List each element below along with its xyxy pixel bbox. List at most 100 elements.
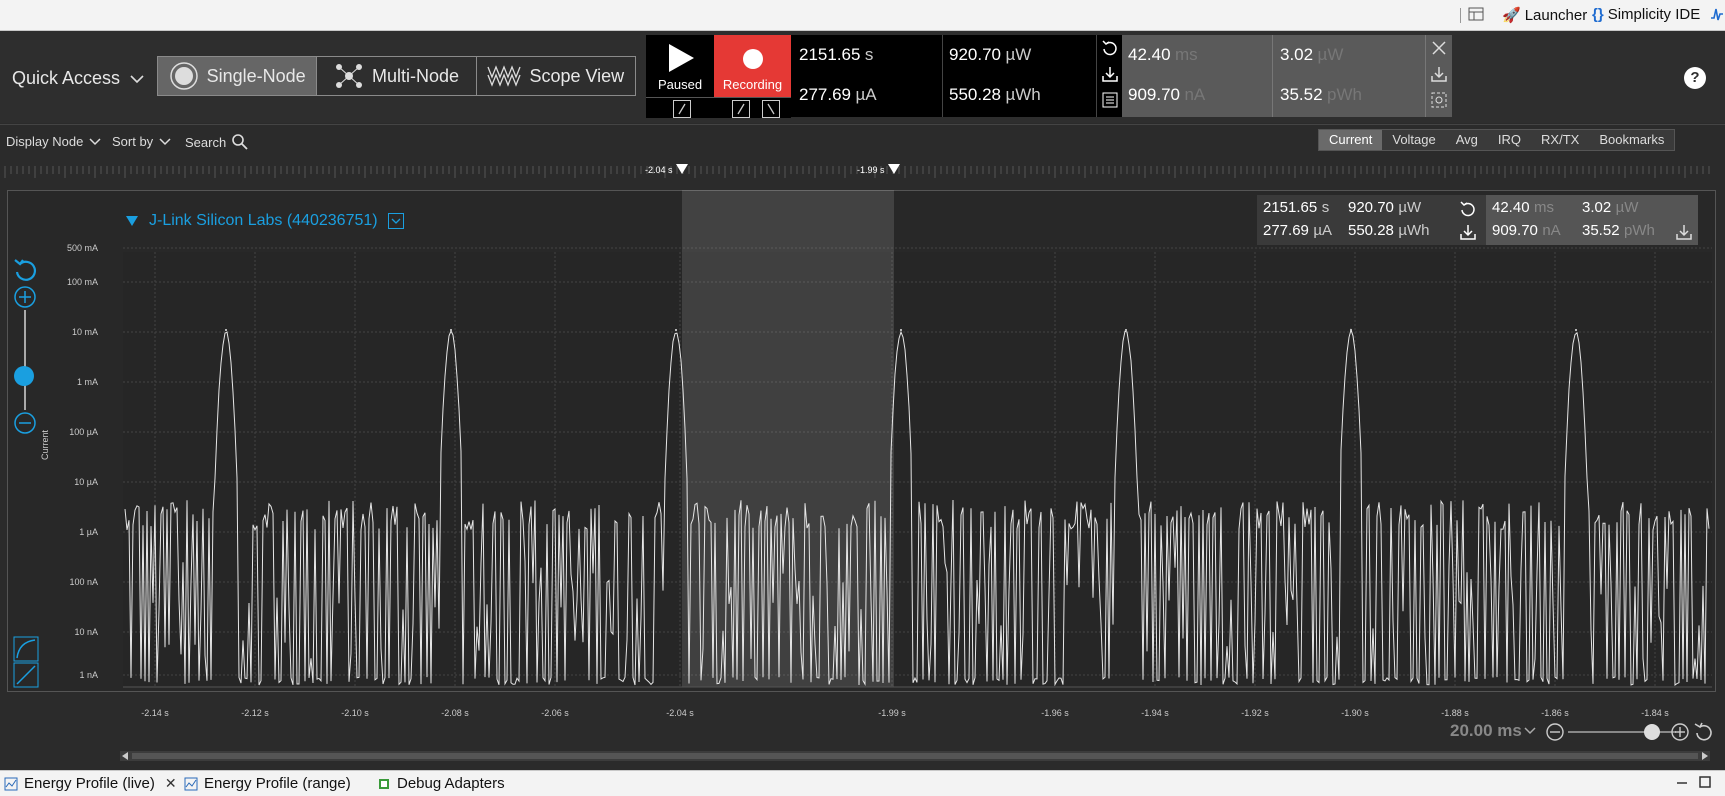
single-node-button[interactable]: Single-Node [158,57,318,95]
energy-profiler-perspective-icon[interactable] [1710,6,1724,22]
minimize-icon[interactable] [1675,777,1689,789]
x-tick-label: -1.90 s [1341,708,1369,718]
display-node-dropdown[interactable]: Display Node [6,134,101,149]
multi-node-label: Multi-Node [371,65,459,86]
right-marker-label: -1.99 s [857,165,885,175]
debug-adapter-icon [379,778,389,789]
y-tick-label: 100 mA [67,277,98,287]
tab-bookmarks[interactable]: Bookmarks [1589,130,1674,150]
tab-label: Energy Profile (live) [24,775,155,792]
measurement-tabs: Current Voltage Avg IRQ RX/TX Bookmarks [1318,129,1676,151]
x-tick-label: -1.84 s [1641,708,1669,718]
tab-debug-adapters[interactable]: Debug Adapters [377,775,505,792]
braces-icon: {} [1592,6,1604,23]
time-zoom-readout[interactable]: 20.00 ms [1450,721,1536,741]
y-tick-label: 10 mA [72,327,98,337]
range-power-value: 3.02 [1280,45,1314,64]
zoom-to-range-icon[interactable] [1430,91,1448,109]
close-icon[interactable] [1430,39,1448,57]
simplicity-ide-button[interactable]: {} Simplicity IDE [1592,6,1700,23]
time-zoom-out-icon[interactable] [1545,722,1565,742]
export-icon[interactable] [1101,65,1119,83]
left-range-marker[interactable] [675,163,689,175]
energy-unit: µWh [1005,85,1041,104]
falling-edge-trigger-icon[interactable] [762,100,780,118]
y-tick-label: 10 µA [74,477,98,487]
tab-current[interactable]: Current [1319,130,1383,150]
time-zoom-handle[interactable] [1644,724,1661,740]
multi-node-button[interactable]: Multi-Node [317,57,477,95]
x-tick-label: -2.10 s [341,708,369,718]
range-energy-unit: pWh [1327,85,1362,104]
recording-label: Recording [722,77,783,92]
total-time-value: 2151.65 [799,45,861,64]
scroll-right-icon[interactable] [1700,751,1710,761]
range-stats-actions [1425,35,1452,117]
tab-label: Energy Profile (range) [204,775,351,792]
single-node-label: Single-Node [206,65,306,86]
scope-view-label: Scope View [529,65,625,86]
avg-power-value: 920.70 [949,45,1001,64]
stats-divider [1272,35,1273,117]
time-zoom-in-icon[interactable] [1670,722,1690,742]
export-icon[interactable] [1430,65,1448,83]
tab-irq[interactable]: IRQ [1488,130,1531,150]
rising-edge-trigger-icon[interactable] [732,100,750,118]
peak-point [1350,329,1352,331]
range-energy-value: 35.52 [1280,85,1323,104]
pause-play-button[interactable]: Paused [646,35,714,97]
reset-icon[interactable] [1101,39,1119,57]
y-tick-label: 100 nA [69,577,98,587]
close-tab-icon[interactable]: ✕ [165,775,177,792]
launcher-button[interactable]: 🚀 Launcher [1502,6,1588,25]
right-range-marker[interactable] [887,163,901,175]
tab-rxtx[interactable]: RX/TX [1531,130,1589,150]
launcher-icon: 🚀 [1502,7,1521,24]
chevron-down-icon [89,137,101,145]
avg-power-unit: µW [1005,45,1032,64]
launcher-label: Launcher [1524,6,1588,24]
avg-current-unit: µA [855,85,877,104]
tab-energy-profile-live[interactable]: Energy Profile (live) ✕ [4,775,177,792]
range-current-value: 909.70 [1128,85,1180,104]
scope-view-button[interactable]: Scope View [477,57,635,95]
paused-label: Paused [657,77,703,92]
current-chart[interactable]: 500 mA 100 mA 10 mA 1 mA 100 µA 10 µA 1 µA 100 … [0,190,1725,720]
scroll-left-icon[interactable] [120,751,130,761]
quick-access-dropdown[interactable]: Quick Access [12,68,144,89]
search-button[interactable]: Search [185,134,248,150]
simplicity-ide-label: Simplicity IDE [1607,6,1701,23]
x-tick-label: -2.04 s [666,708,694,718]
chevron-down-icon [1524,727,1536,735]
x-tick-label: -1.86 s [1541,708,1569,718]
scrollbar-thumb[interactable] [132,753,1698,759]
energy-profile-icon [184,777,198,790]
perspective-icon[interactable] [1468,6,1484,22]
range-time-unit: ms [1175,45,1198,64]
horizontal-scrollbar[interactable] [120,751,1710,761]
tab-energy-profile-range[interactable]: Energy Profile (range) [184,775,351,792]
y-tick-label: 10 nA [74,627,98,637]
recording-button[interactable]: Recording [714,35,791,97]
list-icon[interactable] [1101,91,1119,109]
toolbar-separator [1460,8,1461,23]
tab-label: Debug Adapters [397,775,505,792]
search-label: Search [185,134,227,150]
maximize-icon[interactable] [1698,775,1712,789]
live-stats-panel: 2151.65 s 277.69 µA 920.70 µW 550.28 µWh [791,35,1096,117]
sort-by-dropdown[interactable]: Sort by [112,134,171,149]
x-tick-label: -2.08 s [441,708,469,718]
total-time-unit: s [864,45,874,64]
trigger-icon[interactable] [673,100,691,118]
record-icon [743,49,763,69]
avg-current-value: 277.69 [799,85,851,104]
range-stats-panel: 42.40 ms 909.70 nA 3.02 µW 35.52 pWh [1122,35,1425,117]
x-tick-label: -2.06 s [541,708,569,718]
reset-time-zoom-icon[interactable] [1693,721,1715,743]
tab-avg[interactable]: Avg [1446,130,1488,150]
help-icon[interactable]: ? [1684,67,1706,89]
tab-voltage[interactable]: Voltage [1382,130,1445,150]
top-toolbar: 🚀 Launcher {} Simplicity IDE [0,0,1725,31]
peak-point [900,329,902,331]
x-tick-label: -1.92 s [1241,708,1269,718]
